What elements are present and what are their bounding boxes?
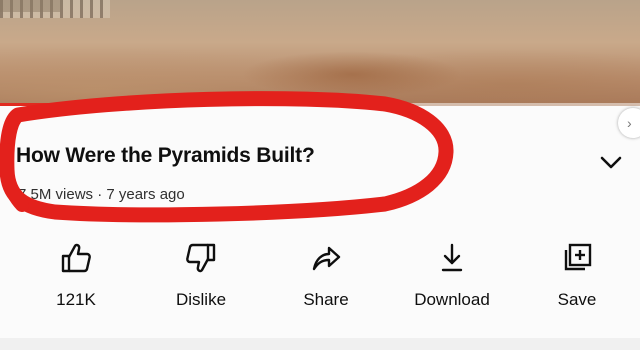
video-title[interactable]: How Were the Pyramids Built?	[16, 144, 315, 168]
share-label: Share	[303, 290, 349, 309]
save-button[interactable]: Save	[517, 240, 637, 318]
video-progress-fill	[0, 103, 90, 106]
thumbs-up-icon	[61, 243, 91, 273]
video-watch-screen: › How Were the Pyramids Built? 7.5M view…	[0, 0, 640, 350]
action-bar: 121K Dislike Share Download Save	[0, 240, 640, 320]
download-label: Download	[414, 290, 490, 309]
divider	[0, 338, 640, 350]
chevron-down-icon[interactable]	[597, 150, 625, 174]
share-button[interactable]: Share	[266, 240, 386, 318]
thumbs-down-icon	[186, 243, 216, 273]
video-meta[interactable]: 7.5M views · 7 years ago	[18, 186, 185, 203]
download-icon	[441, 243, 463, 272]
dislike-button[interactable]: Dislike	[141, 240, 261, 318]
like-count: 121K	[56, 290, 96, 309]
add-to-playlist-icon	[564, 243, 592, 271]
share-arrow-icon	[312, 246, 341, 271]
video-progress-bar[interactable]	[0, 103, 640, 106]
video-player[interactable]	[0, 0, 640, 106]
like-button[interactable]: 121K	[16, 240, 136, 318]
save-label: Save	[557, 290, 597, 309]
side-chevron-icon[interactable]: ›	[618, 108, 640, 138]
video-frame-fence-shadow	[0, 0, 60, 12]
dislike-label: Dislike	[175, 290, 227, 309]
download-button[interactable]: Download	[392, 240, 512, 318]
